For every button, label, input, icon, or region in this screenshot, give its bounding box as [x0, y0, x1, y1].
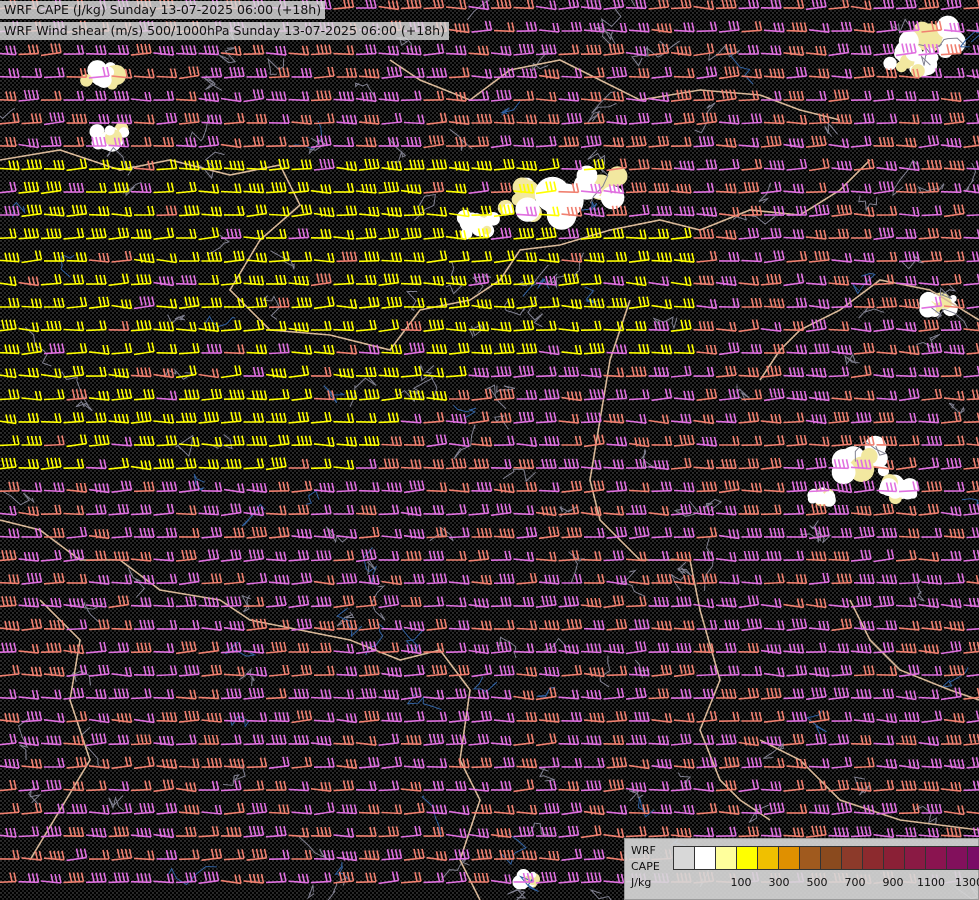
legend-tick-label: 1100: [917, 876, 945, 889]
legend-tick-label: 1300: [955, 876, 979, 889]
legend-swatch: [904, 846, 926, 870]
legend-tick-label: 500: [806, 876, 828, 889]
map-title-wind-shear: WRF Wind shear (m/s) 500/1000hPa Sunday …: [0, 22, 449, 40]
legend-swatch: [736, 846, 758, 870]
legend-tick-label: 100: [730, 876, 752, 889]
cape-patch: [590, 169, 598, 176]
legend-swatch: [925, 846, 947, 870]
legend-swatch: [841, 846, 863, 870]
legend-model-label: WRF: [631, 844, 656, 857]
map-canvas: [0, 0, 979, 900]
legend-swatch: [820, 846, 842, 870]
legend-swatch: [946, 846, 968, 870]
cape-patch: [104, 125, 115, 136]
legend-swatch: [757, 846, 779, 870]
legend-swatch: [778, 846, 800, 870]
cape-patch: [486, 211, 500, 226]
legend-unit-label: J/kg: [631, 876, 652, 889]
cape-wind-shear-map[interactable]: [0, 0, 979, 900]
cape-patch: [823, 490, 836, 503]
cape-patch: [883, 56, 897, 71]
map-title-cape: WRF CAPE (J/kg) Sunday 13-07-2025 06:00 …: [0, 1, 326, 19]
legend-swatch: [883, 846, 905, 870]
map-background: [0, 0, 979, 900]
legend-color-scale: [673, 846, 979, 870]
cape-patch: [813, 491, 826, 505]
cape-patch: [534, 176, 571, 213]
legend-tick-label: 900: [882, 876, 904, 889]
legend-swatch: [799, 846, 821, 870]
legend-tick-label: 300: [768, 876, 790, 889]
cape-patch: [894, 47, 901, 54]
legend-swatch: [694, 846, 716, 870]
legend-swatch: [673, 846, 695, 870]
legend-swatch: [715, 846, 737, 870]
legend-swatch: [967, 846, 979, 870]
legend-variable-label: CAPE: [631, 860, 660, 873]
cape-legend: WRF CAPE J/kg 10030050070090011001300150…: [624, 838, 979, 900]
cape-patch: [468, 212, 477, 220]
legend-tick-label: 700: [844, 876, 866, 889]
legend-swatch: [862, 846, 884, 870]
